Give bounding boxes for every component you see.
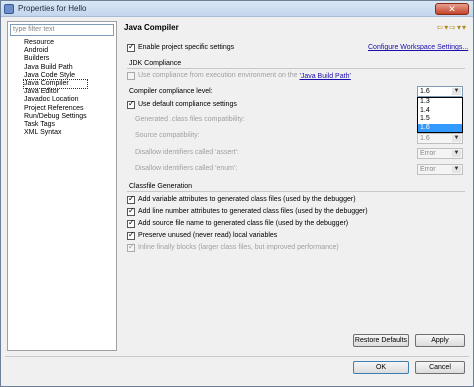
property-tree: Resource Android Builders Java Build Pat… — [23, 39, 88, 137]
page-title: Java Compiler — [124, 23, 179, 32]
use-default-row[interactable]: Use default compliance settings — [127, 99, 237, 111]
option-line-number-checkbox[interactable] — [127, 206, 135, 216]
source-label: Source compatibility: — [135, 132, 200, 139]
title-bar: Properties for Hello ✕ — [1, 1, 473, 17]
chevron-down-icon: ▼ — [452, 150, 461, 157]
option-line-number-label: Add line number attributes to generated … — [138, 208, 368, 215]
use-env-row[interactable]: Use compliance from execution environmen… — [127, 71, 351, 82]
generated-label: Generated .class files compatibility: — [135, 116, 245, 123]
sidebar-item-project-references[interactable]: Project References — [24, 105, 87, 113]
sidebar-item-java-code-style[interactable]: Java Code Style — [24, 72, 87, 80]
compliance-select[interactable]: 1.6 ▼ — [417, 86, 463, 97]
option-source-file-row[interactable]: Add source file name to generated class … — [127, 218, 349, 230]
option-inline-finally-label: Inline finally blocks (larger class file… — [138, 244, 339, 251]
use-env-checkbox[interactable] — [127, 72, 135, 80]
jdk-group-title: JDK Compliance — [129, 60, 182, 67]
java-build-path-link[interactable]: 'Java Build Path' — [299, 73, 350, 80]
use-env-label: Use compliance from execution environmen… — [138, 72, 300, 79]
sidebar-item-java-build-path[interactable]: Java Build Path — [24, 64, 87, 72]
enable-specific-label: Enable project specific settings — [138, 44, 235, 51]
assert-select[interactable]: Error ▼ — [417, 148, 463, 159]
cancel-button[interactable]: Cancel — [415, 361, 465, 374]
compliance-value: 1.6 — [420, 88, 430, 95]
option-inline-finally-row[interactable]: Inline finally blocks (larger class file… — [127, 242, 339, 254]
enable-specific-row[interactable]: Enable project specific settings — [127, 42, 235, 54]
enum-select[interactable]: Error ▼ — [417, 164, 463, 175]
sidebar-item-builders[interactable]: Builders — [24, 55, 87, 63]
sidebar-item-java-editor[interactable]: Java Editor — [24, 88, 87, 96]
compliance-option-1-6[interactable]: 1.6 — [418, 123, 462, 132]
option-preserve-unused-checkbox[interactable] — [127, 230, 135, 240]
option-source-file-label: Add source file name to generated class … — [138, 220, 349, 227]
compliance-option-1-3[interactable]: 1.3 — [418, 98, 462, 107]
compliance-option-1-5[interactable]: 1.5 — [418, 115, 462, 124]
option-source-file-checkbox[interactable] — [127, 218, 135, 228]
close-button[interactable]: ✕ — [435, 3, 469, 15]
option-variable-attrs-label: Add variable attributes to generated cla… — [138, 196, 356, 203]
option-variable-attrs-checkbox[interactable] — [127, 194, 135, 204]
pane-header: Java Compiler ⇦▾⇨▾▾ — [119, 21, 471, 37]
sidebar-item-android[interactable]: Android — [24, 47, 87, 55]
option-variable-attrs-row[interactable]: Add variable attributes to generated cla… — [127, 194, 356, 206]
enum-value: Error — [420, 166, 436, 173]
assert-value: Error — [420, 150, 436, 157]
classfile-group-divider — [127, 191, 465, 192]
option-preserve-unused-row[interactable]: Preserve unused (never read) local varia… — [127, 230, 278, 242]
sidebar-item-javadoc-location[interactable]: Javadoc Location — [24, 96, 87, 104]
enum-label: Disallow identifiers called 'enum': — [135, 165, 238, 172]
filter-input[interactable]: type filter text — [10, 24, 114, 36]
sidebar-item-java-compiler[interactable]: Java Compiler — [23, 78, 88, 90]
source-value: 1.6 — [420, 135, 430, 142]
option-preserve-unused-label: Preserve unused (never read) local varia… — [138, 232, 278, 239]
app-icon — [4, 4, 14, 14]
option-inline-finally-checkbox[interactable] — [127, 242, 135, 252]
compliance-dropdown: 1.3 1.4 1.5 1.6 — [417, 97, 463, 133]
jdk-group-divider — [127, 68, 465, 69]
assert-label: Disallow identifiers called 'assert': — [135, 149, 239, 156]
compliance-option-1-4[interactable]: 1.4 — [418, 107, 462, 116]
source-select[interactable]: 1.6 ▼ — [417, 133, 463, 144]
chevron-down-icon: ▼ — [452, 166, 461, 173]
sidebar: type filter text Resource Android Builde… — [7, 21, 117, 351]
option-line-number-row[interactable]: Add line number attributes to generated … — [127, 206, 368, 218]
use-default-checkbox[interactable] — [127, 99, 135, 109]
restore-defaults-button[interactable]: Restore Defaults — [353, 334, 409, 347]
chevron-down-icon: ▼ — [452, 135, 461, 142]
sidebar-item-task-tags[interactable]: Task Tags — [24, 121, 87, 129]
navigation-arrows-icon[interactable]: ⇦▾⇨▾▾ — [437, 23, 467, 32]
use-default-label: Use default compliance settings — [138, 101, 237, 108]
configure-workspace-link[interactable]: Configure Workspace Settings... — [368, 43, 468, 53]
compliance-label: Compiler compliance level: — [129, 88, 213, 95]
footer-divider — [5, 356, 469, 357]
sidebar-item-run-debug-settings[interactable]: Run/Debug Settings — [24, 113, 87, 121]
properties-dialog: Properties for Hello ✕ type filter text … — [0, 0, 474, 387]
ok-button[interactable]: OK — [353, 361, 409, 374]
classfile-group-title: Classfile Generation — [129, 183, 193, 190]
enable-specific-checkbox[interactable] — [127, 42, 135, 52]
chevron-down-icon: ▼ — [452, 88, 461, 95]
sidebar-item-xml-syntax[interactable]: XML Syntax — [24, 129, 87, 137]
sidebar-item-resource[interactable]: Resource — [24, 39, 87, 47]
window-title: Properties for Hello — [18, 4, 87, 13]
apply-button[interactable]: Apply — [415, 334, 465, 347]
